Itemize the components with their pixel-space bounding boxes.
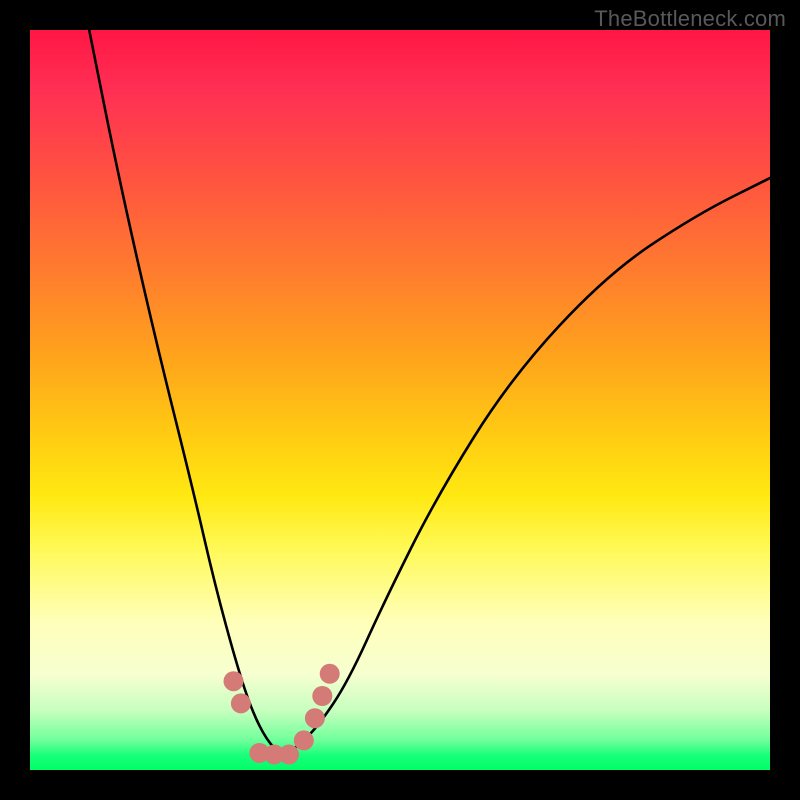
chart-frame: TheBottleneck.com [0, 0, 800, 800]
highlight-dot [320, 664, 340, 684]
highlight-dot [279, 744, 299, 764]
bottleneck-curve [89, 30, 770, 753]
highlight-dot [231, 693, 251, 713]
marker-group [224, 664, 340, 765]
highlight-dot [305, 708, 325, 728]
curve-layer [30, 30, 770, 770]
plot-area [30, 30, 770, 770]
highlight-dot [224, 671, 244, 691]
highlight-dot [312, 686, 332, 706]
highlight-dot [294, 730, 314, 750]
watermark-text: TheBottleneck.com [594, 6, 786, 32]
